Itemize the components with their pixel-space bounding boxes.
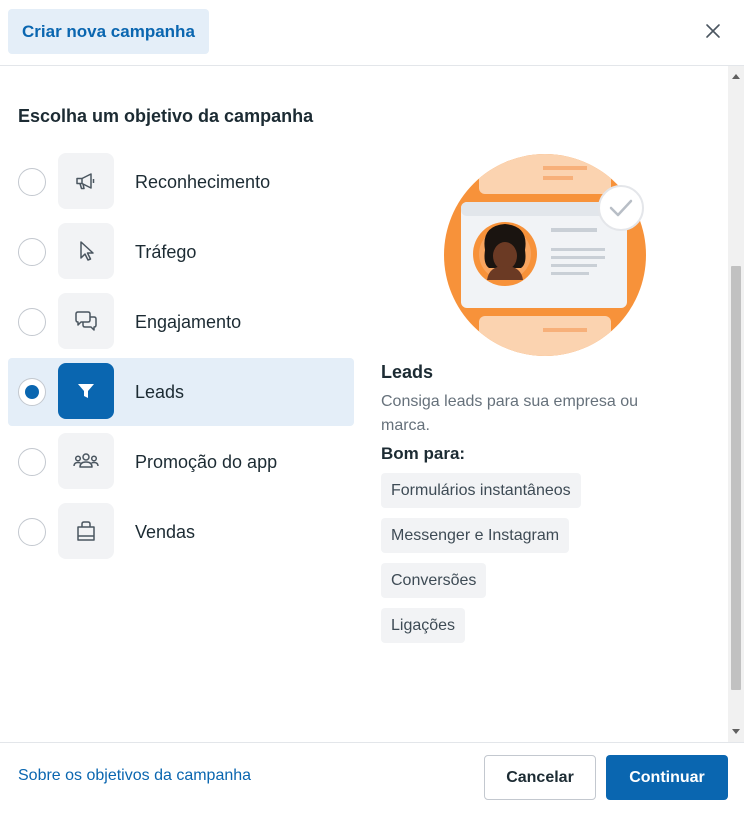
radio-button[interactable] [18,308,46,336]
objective-label: Reconhecimento [135,172,271,192]
radio-button[interactable] [18,238,46,266]
objective-label: Vendas [135,522,196,542]
chip: Messenger e Instagram [381,518,570,553]
section-title: Escolha um objetivo da campanha [18,106,314,126]
objective-option-leads[interactable]: Leads [8,358,354,426]
people-group-icon [58,433,114,489]
dialog-body: Escolha um objetivo da campanha Reconhec… [0,66,744,742]
scroll-down-arrow-icon[interactable] [732,729,740,734]
dialog-footer: Sobre os objetivos da campanha Cancelar … [0,742,744,813]
chat-bubbles-icon [58,293,114,349]
radio-button[interactable] [18,518,46,546]
good-for-heading: Bom para: [381,444,466,463]
detail-description: Consiga leads para sua empresa ou marca. [381,393,639,434]
scroll-thumb[interactable] [731,266,741,690]
detail-title: Leads [381,362,434,382]
chip: Ligações [381,608,466,643]
objective-option-promocao-app[interactable]: Promoção do app [8,428,354,496]
shopping-bag-icon [58,503,114,559]
objective-detail: Leads Consiga leads para sua empresa ou … [381,362,701,653]
dialog-title: Criar nova campanha [8,9,209,54]
radio-button[interactable] [18,378,46,406]
chip: Formulários instantâneos [381,473,581,508]
vertical-scrollbar[interactable] [728,66,744,742]
close-icon [706,24,720,38]
radio-button[interactable] [18,448,46,476]
scroll-up-arrow-icon[interactable] [732,74,740,79]
objective-option-engajamento[interactable]: Engajamento [8,288,354,356]
objective-label: Promoção do app [135,452,278,472]
objective-list: Reconhecimento Tráfego Engajamento Leads… [8,148,354,568]
cancel-button[interactable]: Cancelar [484,755,596,800]
good-for-chips: Formulários instantâneos Messenger e Ins… [381,473,701,653]
objective-option-reconhecimento[interactable]: Reconhecimento [8,148,354,216]
radio-button[interactable] [18,168,46,196]
continue-button[interactable]: Continuar [606,755,728,800]
about-objectives-link[interactable]: Sobre os objetivos da campanha [18,767,251,785]
dialog-header: Criar nova campanha [0,0,744,66]
objective-label: Engajamento [135,312,242,332]
cursor-icon [58,223,114,279]
funnel-icon [58,363,114,419]
leads-illustration [443,152,647,358]
objective-label: Leads [135,382,185,402]
chip: Conversões [381,563,487,598]
megaphone-icon [58,153,114,209]
objective-option-trafego[interactable]: Tráfego [8,218,354,286]
objective-option-vendas[interactable]: Vendas [8,498,354,566]
objective-label: Tráfego [135,242,197,262]
close-button[interactable] [700,18,726,44]
